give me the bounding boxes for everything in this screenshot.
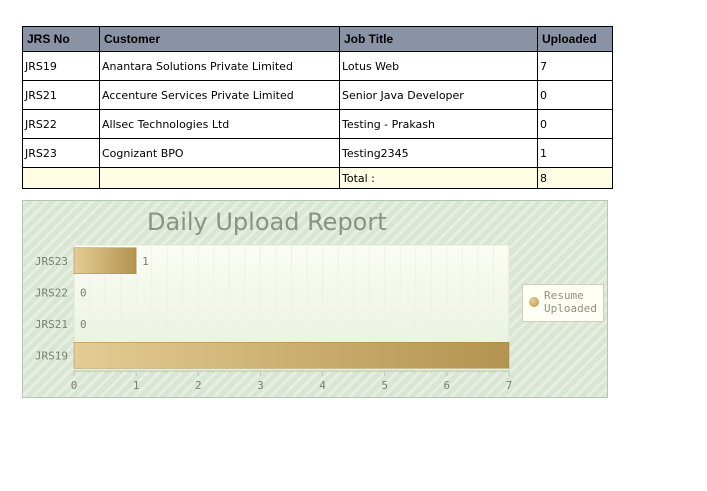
total-row: Total : 8 — [22, 167, 613, 189]
chart-plot: JRS23 1 JRS22 0 JRS21 0 JRS19 0 1 2 3 4 5 6 7 — [35, 244, 513, 392]
bar-jrs19 — [73, 342, 510, 369]
x-tick-label: 0 — [71, 379, 78, 392]
total-label: Total : — [339, 167, 538, 189]
category-label: JRS19 — [35, 349, 68, 362]
job-title-cell: Senior Java Developer — [339, 80, 538, 110]
x-tick-label: 3 — [257, 379, 264, 392]
value-label: 0 — [80, 286, 87, 299]
column-header-uploaded: Uploaded — [537, 26, 613, 52]
customer-cell: Allsec Technologies Ltd — [99, 109, 340, 139]
table-row: JRS23 Cognizant BPO Testing2345 1 — [22, 138, 613, 168]
legend-label: Resume Uploaded — [544, 289, 597, 315]
x-tick-label: 1 — [133, 379, 140, 392]
job-title-cell: Testing - Prakash — [339, 109, 538, 139]
bar-jrs23 — [73, 247, 137, 274]
column-header-job-title: Job Title — [339, 26, 538, 52]
customer-cell: Anantara Solutions Private Limited — [99, 51, 340, 81]
total-empty-cell — [22, 167, 100, 189]
jrs-no-cell: JRS21 — [22, 80, 100, 110]
x-tick-label: 4 — [319, 379, 326, 392]
category-label: JRS23 — [35, 255, 68, 268]
legend-marker-icon — [529, 297, 539, 307]
jrs-no-cell: JRS22 — [22, 109, 100, 139]
customer-cell: Cognizant BPO — [99, 138, 340, 168]
uploaded-cell: 7 — [537, 51, 613, 81]
table-row: JRS22 Allsec Technologies Ltd Testing - … — [22, 109, 613, 139]
column-header-jrs-no: JRS No — [22, 26, 100, 52]
x-tick-label: 6 — [444, 379, 451, 392]
uploaded-cell: 0 — [537, 80, 613, 110]
customer-cell: Accenture Services Private Limited — [99, 80, 340, 110]
table-row: JRS19 Anantara Solutions Private Limited… — [22, 51, 613, 81]
column-header-customer: Customer — [99, 26, 340, 52]
value-label: 1 — [142, 255, 149, 268]
category-label: JRS21 — [35, 318, 68, 331]
x-tick-label: 2 — [195, 379, 202, 392]
uploaded-cell: 0 — [537, 109, 613, 139]
upload-report-table: JRS No Customer Job Title Uploaded JRS19… — [22, 26, 613, 189]
job-title-cell: Lotus Web — [339, 51, 538, 81]
uploaded-cell: 1 — [537, 138, 613, 168]
category-label: JRS22 — [35, 286, 68, 299]
x-tick-label: 7 — [506, 379, 513, 392]
job-title-cell: Testing2345 — [339, 138, 538, 168]
table-header-row: JRS No Customer Job Title Uploaded — [22, 26, 613, 52]
chart-legend: Resume Uploaded — [522, 284, 604, 322]
table-row: JRS21 Accenture Services Private Limited… — [22, 80, 613, 110]
total-empty-cell — [99, 167, 340, 189]
value-label: 0 — [80, 318, 87, 331]
jrs-no-cell: JRS19 — [22, 51, 100, 81]
x-tick-label: 5 — [381, 379, 388, 392]
daily-upload-chart: Daily Upload Report JRS23 1 JRS22 0 JRS21 0 JR… — [22, 200, 608, 398]
total-value: 8 — [537, 167, 613, 189]
jrs-no-cell: JRS23 — [22, 138, 100, 168]
